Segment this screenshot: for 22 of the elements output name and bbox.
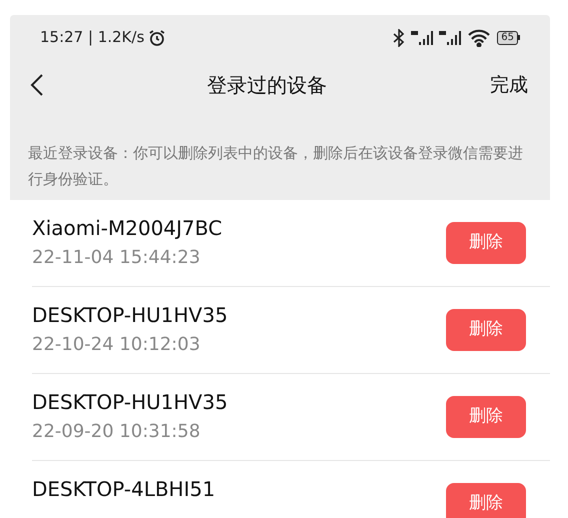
battery-icon: 65	[497, 30, 520, 44]
bluetooth-icon	[393, 28, 406, 46]
delete-button[interactable]: 删除	[446, 396, 526, 438]
signal-icon	[411, 30, 434, 46]
back-icon[interactable]	[30, 73, 44, 97]
wifi-icon	[467, 28, 492, 46]
login-time: 22-09-20 10:31:58	[32, 420, 202, 444]
status-time: 15:27 | 1.2K/s	[40, 27, 144, 48]
signal-icon	[439, 30, 462, 46]
alarm-icon	[148, 28, 166, 46]
device-name: Xiaomi-M2004J7BC	[32, 216, 222, 240]
device-name: DESKTOP-HU1HV35	[32, 390, 228, 414]
device-name: DESKTOP-HU1HV35	[32, 303, 228, 327]
delete-button[interactable]: 删除	[446, 222, 526, 264]
notice-text: 最近登录设备：你可以删除列表中的设备，删除后在该设备登录微信需要进行身份验证。	[28, 143, 524, 190]
delete-button[interactable]: 删除	[446, 483, 526, 518]
page-title: 登录过的设备	[207, 72, 327, 99]
login-time: 22-10-24 10:12:03	[32, 333, 202, 357]
login-time: 22-11-04 15:44:23	[32, 246, 202, 270]
done-button[interactable]: 完成	[490, 70, 530, 100]
device-name: DESKTOP-4LBHI51	[32, 477, 216, 501]
delete-button[interactable]: 删除	[446, 309, 526, 351]
